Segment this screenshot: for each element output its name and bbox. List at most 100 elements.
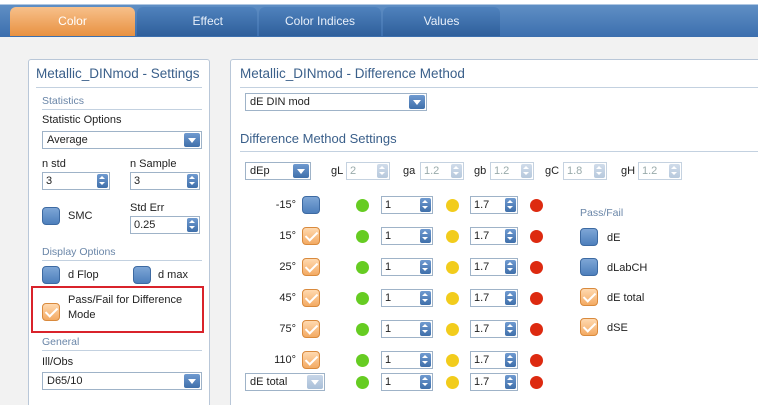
spinner-arrows-icon[interactable] xyxy=(505,375,516,389)
spinner-arrows-icon[interactable] xyxy=(420,260,431,274)
angle-checkbox[interactable] xyxy=(302,258,320,276)
gb-label: gb xyxy=(474,165,487,177)
low-threshold-stepper[interactable]: 1 xyxy=(381,373,433,391)
gb-stepper[interactable]: 1.2 xyxy=(490,162,534,180)
angle-checkbox[interactable] xyxy=(302,227,320,245)
metric-select[interactable]: dEp xyxy=(245,162,311,180)
n-std-stepper[interactable]: 3 xyxy=(42,172,110,190)
chevron-down-icon[interactable] xyxy=(307,375,323,389)
pass-indicator-icon xyxy=(356,376,369,389)
metric-value: dEp xyxy=(250,165,270,177)
fail-indicator-icon xyxy=(530,376,543,389)
high-threshold-stepper[interactable]: 1.7 xyxy=(470,258,518,276)
tab-bar: Color Effect Color Indices Values xyxy=(0,0,758,37)
gh-stepper[interactable]: 1.2 xyxy=(638,162,682,180)
spinner-arrows-icon[interactable] xyxy=(187,174,198,188)
low-threshold-stepper[interactable]: 1 xyxy=(381,258,433,276)
n-sample-label: n Sample xyxy=(130,158,177,170)
fail-indicator-icon xyxy=(530,230,543,243)
gb-value: 1.2 xyxy=(494,165,510,177)
high-threshold-stepper[interactable]: 1.7 xyxy=(470,289,518,307)
spinner-arrows-icon[interactable] xyxy=(420,322,431,336)
warning-indicator-icon xyxy=(446,199,459,212)
angle-label: 45° xyxy=(279,292,296,304)
divider xyxy=(36,87,202,88)
divider xyxy=(42,109,202,110)
low-threshold-stepper[interactable]: 1 xyxy=(381,227,433,245)
tab-values[interactable]: Values xyxy=(383,7,500,36)
high-threshold-stepper[interactable]: 1.7 xyxy=(470,320,518,338)
gl-stepper[interactable]: 2 xyxy=(346,162,390,180)
spinner-arrows-icon[interactable] xyxy=(505,260,516,274)
spinner-arrows-icon[interactable] xyxy=(420,291,431,305)
warning-indicator-icon xyxy=(446,292,459,305)
chevron-down-icon[interactable] xyxy=(184,133,200,147)
high-threshold-stepper[interactable]: 1.7 xyxy=(470,227,518,245)
angle-label: 110° xyxy=(274,354,296,366)
low-threshold-stepper[interactable]: 1 xyxy=(381,196,433,214)
spinner-arrows-icon[interactable] xyxy=(451,164,462,178)
pass-fail-de-checkbox[interactable] xyxy=(580,228,598,246)
spinner-arrows-icon[interactable] xyxy=(420,353,431,367)
spinner-arrows-icon[interactable] xyxy=(420,198,431,212)
high-threshold-value: 1.7 xyxy=(474,292,490,304)
tab-color-indices[interactable]: Color Indices xyxy=(259,7,381,36)
display-options-section-title: Display Options xyxy=(42,246,116,258)
angle-checkbox[interactable] xyxy=(302,320,320,338)
d-flop-checkbox[interactable] xyxy=(42,266,60,284)
angle-checkbox[interactable] xyxy=(302,289,320,307)
high-threshold-stepper[interactable]: 1.7 xyxy=(470,351,518,369)
total-select[interactable]: dE total xyxy=(245,373,325,391)
fail-indicator-icon xyxy=(530,292,543,305)
spinner-arrows-icon[interactable] xyxy=(377,164,388,178)
low-threshold-stepper[interactable]: 1 xyxy=(381,320,433,338)
smc-checkbox[interactable] xyxy=(42,207,60,225)
ga-stepper[interactable]: 1.2 xyxy=(420,162,464,180)
pass-fail-dlabch-checkbox[interactable] xyxy=(580,258,598,276)
spinner-arrows-icon[interactable] xyxy=(420,375,431,389)
spinner-arrows-icon[interactable] xyxy=(594,164,605,178)
high-threshold-stepper[interactable]: 1.7 xyxy=(470,196,518,214)
std-err-stepper[interactable]: 0.25 xyxy=(130,216,200,234)
spinner-arrows-icon[interactable] xyxy=(187,218,198,232)
pass-indicator-icon xyxy=(356,230,369,243)
statistic-options-select[interactable]: Average xyxy=(42,131,202,149)
chevron-down-icon[interactable] xyxy=(293,164,309,178)
n-sample-stepper[interactable]: 3 xyxy=(130,172,200,190)
ill-obs-select[interactable]: D65/10 xyxy=(42,372,202,390)
spinner-arrows-icon[interactable] xyxy=(505,229,516,243)
divider xyxy=(42,350,202,351)
settings-title: Metallic_DINmod - Settings xyxy=(36,66,200,81)
low-threshold-stepper[interactable]: 1 xyxy=(381,351,433,369)
spinner-arrows-icon[interactable] xyxy=(521,164,532,178)
warning-indicator-icon xyxy=(446,261,459,274)
gc-value: 1.8 xyxy=(567,165,583,177)
difference-method-select[interactable]: dE DIN mod xyxy=(245,93,427,111)
high-threshold-stepper[interactable]: 1.7 xyxy=(470,373,518,391)
pass-fail-dse-checkbox[interactable] xyxy=(580,318,598,336)
d-max-checkbox[interactable] xyxy=(133,266,151,284)
ill-obs-value: D65/10 xyxy=(47,375,83,387)
spinner-arrows-icon[interactable] xyxy=(505,291,516,305)
spinner-arrows-icon[interactable] xyxy=(97,174,108,188)
chevron-down-icon[interactable] xyxy=(184,374,200,388)
pass-indicator-icon xyxy=(356,292,369,305)
spinner-arrows-icon[interactable] xyxy=(505,322,516,336)
spinner-arrows-icon[interactable] xyxy=(505,353,516,367)
pass-fail-de-total-checkbox[interactable] xyxy=(580,288,598,306)
spinner-arrows-icon[interactable] xyxy=(505,198,516,212)
gh-value: 1.2 xyxy=(642,165,658,177)
angle-label: 75° xyxy=(279,323,296,335)
angle-checkbox[interactable] xyxy=(302,351,320,369)
tab-color[interactable]: Color xyxy=(10,7,135,36)
spinner-arrows-icon[interactable] xyxy=(420,229,431,243)
tab-effect[interactable]: Effect xyxy=(137,7,257,36)
spinner-arrows-icon[interactable] xyxy=(669,164,680,178)
chevron-down-icon[interactable] xyxy=(409,95,425,109)
fail-indicator-icon xyxy=(530,261,543,274)
high-threshold-value: 1.7 xyxy=(474,323,490,335)
angle-checkbox[interactable] xyxy=(302,196,320,214)
gc-stepper[interactable]: 1.8 xyxy=(563,162,607,180)
low-threshold-value: 1 xyxy=(385,323,392,335)
low-threshold-stepper[interactable]: 1 xyxy=(381,289,433,307)
